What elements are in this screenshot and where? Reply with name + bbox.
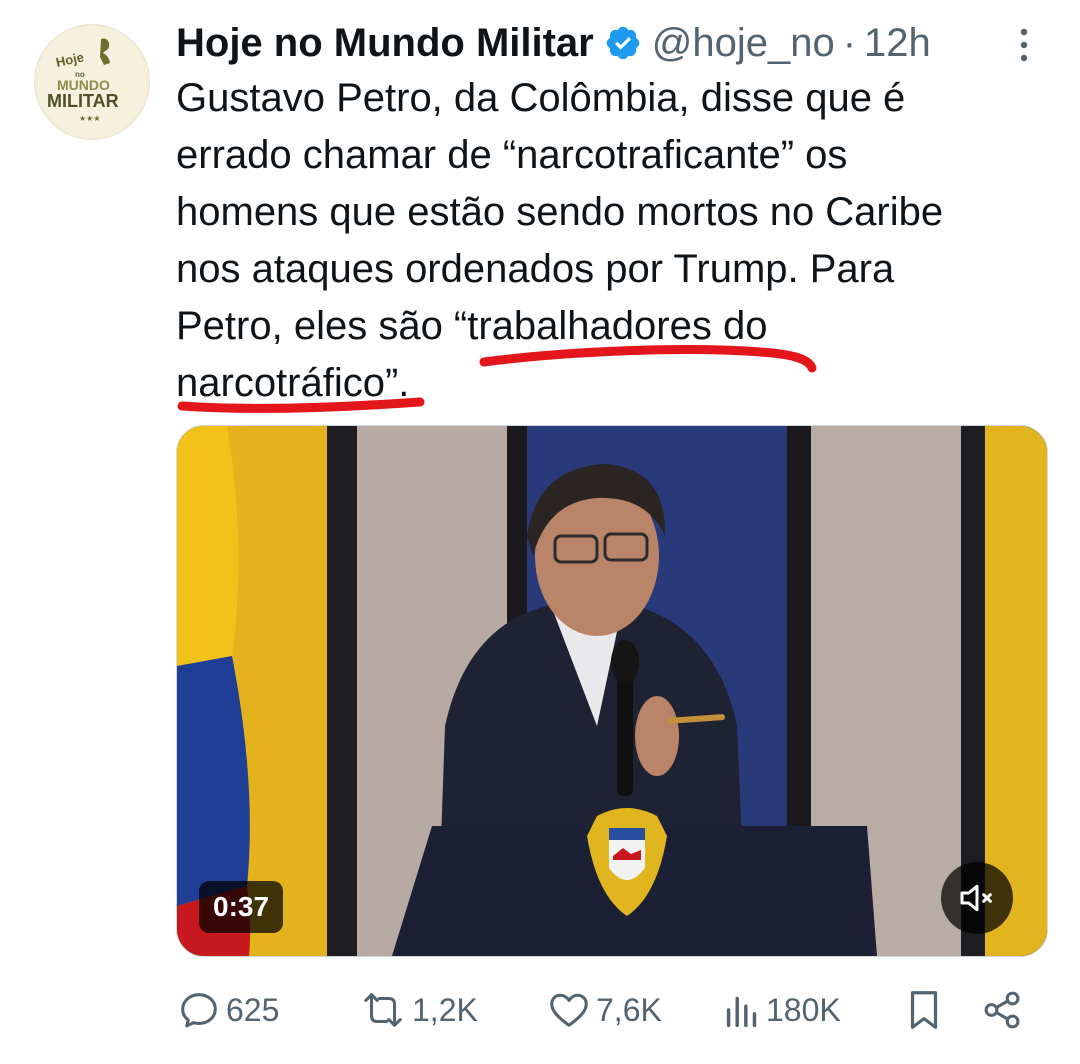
- share-button[interactable]: [980, 982, 1026, 1038]
- avatar-word-militar: MILITAR: [47, 91, 119, 111]
- more-options-icon[interactable]: [1004, 22, 1044, 68]
- avatar[interactable]: Hoje no MUNDO MILITAR ★★★: [34, 24, 150, 140]
- video-duration: 0:37: [199, 881, 284, 933]
- views-button[interactable]: 180K: [722, 982, 841, 1038]
- author-display-name[interactable]: Hoje no Mundo Militar: [176, 21, 594, 66]
- repost-button[interactable]: 1,2K: [358, 982, 478, 1038]
- bookmark-button[interactable]: [904, 982, 944, 1038]
- reply-button[interactable]: 625: [176, 982, 279, 1038]
- tweet-text-line: narcotráfico”.: [176, 361, 410, 405]
- tweet-text-line: Gustavo Petro, da Colômbia, disse que é: [176, 76, 906, 120]
- bar-chart-icon: [722, 987, 762, 1033]
- video-player[interactable]: 0:37: [176, 425, 1048, 957]
- avatar-logo: Hoje no MUNDO MILITAR ★★★: [37, 27, 147, 137]
- tweet-header: Hoje no Mundo Militar @hoje_no · 12h: [176, 18, 1060, 68]
- muted-speaker-icon[interactable]: [941, 862, 1013, 934]
- reply-count: 625: [226, 991, 280, 1028]
- bookmark-icon: [904, 987, 944, 1033]
- reply-icon: [176, 987, 222, 1033]
- like-button[interactable]: 7,6K: [546, 982, 662, 1038]
- tweet-text-line: homens que estão sendo mortos no Caribe: [176, 190, 944, 234]
- repost-icon: [358, 987, 408, 1033]
- svg-text:★★★: ★★★: [79, 114, 101, 123]
- tweet-timestamp[interactable]: 12h: [864, 21, 931, 66]
- view-count: 180K: [766, 991, 841, 1028]
- author-handle[interactable]: @hoje_no: [652, 21, 835, 66]
- like-count: 7,6K: [596, 991, 662, 1028]
- heart-icon: [546, 987, 592, 1033]
- repost-count: 1,2K: [412, 991, 478, 1028]
- verified-badge-icon: [604, 24, 642, 62]
- tweet-action-bar: 625 1,2K 7,6K 180K: [176, 982, 1036, 1038]
- video-frame: [177, 426, 1047, 956]
- header-separator: ·: [842, 20, 857, 65]
- tweet-text-line: errado chamar de “narcotraficante” os: [176, 133, 848, 177]
- tweet-text: Gustavo Petro, da Colômbia, disse que é …: [176, 70, 1036, 412]
- tweet-text-line: nos ataques ordenados por Trump. Para: [176, 247, 895, 291]
- tweet-text-line: Petro, eles são “trabalhadores do: [176, 304, 768, 348]
- share-icon: [980, 987, 1026, 1033]
